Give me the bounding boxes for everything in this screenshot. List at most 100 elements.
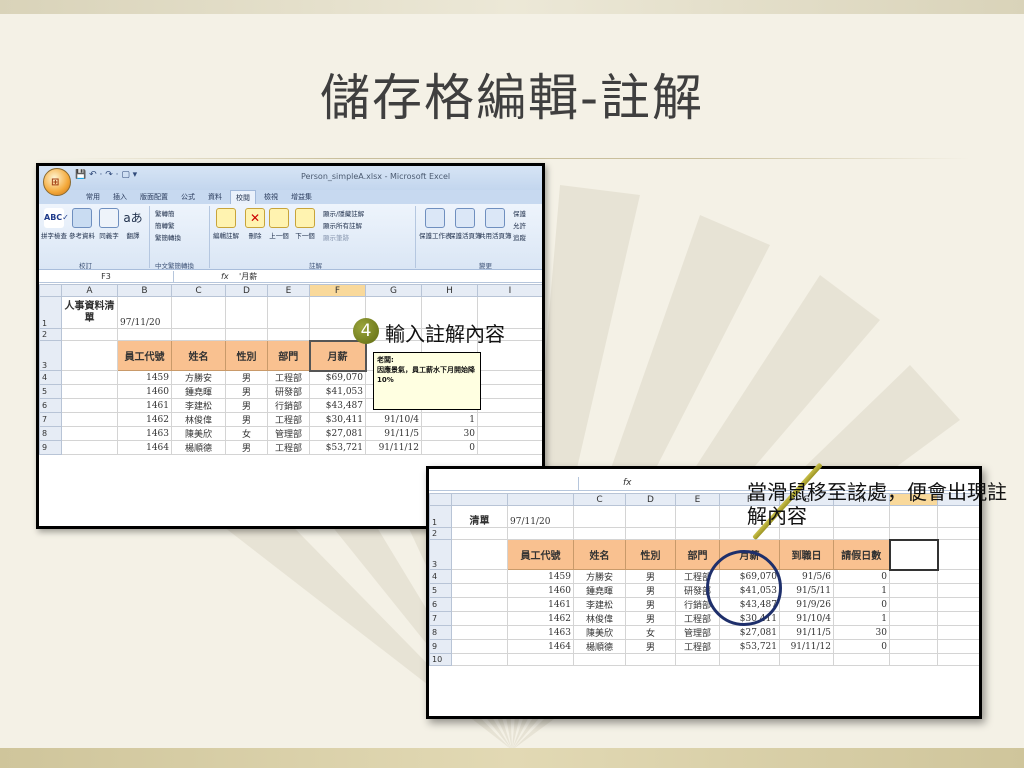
header-cell[interactable]: 性別 bbox=[225, 340, 268, 371]
cell[interactable]: 1460 bbox=[507, 583, 574, 598]
convert-button[interactable]: 繁簡轉換 bbox=[155, 232, 181, 242]
cell[interactable]: 91/10/4 bbox=[779, 611, 834, 626]
select-all-corner[interactable] bbox=[429, 493, 452, 506]
cell[interactable] bbox=[61, 340, 118, 371]
cell[interactable]: 李建松 bbox=[573, 597, 626, 612]
cell[interactable]: $41,053 bbox=[309, 384, 366, 399]
cell[interactable]: 0 bbox=[421, 440, 478, 455]
cell[interactable] bbox=[833, 653, 890, 666]
column-header[interactable] bbox=[507, 493, 574, 506]
cell-date[interactable]: 97/11/20 bbox=[117, 296, 172, 329]
row-header[interactable]: 4 bbox=[429, 569, 452, 584]
cell[interactable]: 1 bbox=[421, 412, 478, 427]
cell[interactable]: 1 bbox=[833, 611, 890, 626]
show-hide-comment-button[interactable]: 顯示/隱藏註解 bbox=[323, 208, 364, 218]
cell[interactable] bbox=[573, 505, 626, 528]
cell[interactable] bbox=[451, 625, 508, 640]
cell[interactable]: 李建松 bbox=[171, 398, 226, 413]
row-header[interactable]: 4 bbox=[39, 370, 62, 385]
cell[interactable] bbox=[889, 569, 938, 584]
cell[interactable] bbox=[889, 653, 938, 666]
previous-comment-button[interactable]: 上一個 bbox=[269, 208, 289, 240]
cell[interactable]: 91/11/12 bbox=[365, 440, 422, 455]
cell[interactable] bbox=[451, 611, 508, 626]
header-cell-selected[interactable]: 月薪 bbox=[308, 339, 367, 372]
tab-page-layout[interactable]: 版面配置 bbox=[135, 190, 173, 204]
header-cell[interactable]: 姓名 bbox=[573, 539, 626, 570]
cell[interactable] bbox=[451, 583, 508, 598]
cell[interactable]: 1459 bbox=[507, 569, 574, 584]
cell[interactable]: 1462 bbox=[507, 611, 574, 626]
cell[interactable]: 30 bbox=[833, 625, 890, 640]
cell[interactable] bbox=[937, 569, 979, 584]
protect-share-button[interactable]: 保護 bbox=[513, 208, 526, 218]
show-all-comments-button[interactable]: 顯示所有註解 bbox=[323, 220, 362, 230]
cell[interactable]: 工程部 bbox=[267, 370, 310, 385]
cell[interactable]: $27,081 bbox=[719, 625, 780, 640]
row-header[interactable]: 9 bbox=[39, 440, 62, 455]
research-button[interactable]: 參考資料 bbox=[69, 208, 95, 240]
column-header[interactable]: C bbox=[171, 284, 226, 297]
cell[interactable]: 研發部 bbox=[267, 384, 310, 399]
cell[interactable] bbox=[889, 583, 938, 598]
cell[interactable] bbox=[477, 412, 542, 427]
cell[interactable]: 楊順德 bbox=[573, 639, 626, 654]
column-header[interactable]: H bbox=[421, 284, 478, 297]
cell[interactable] bbox=[937, 527, 979, 540]
thesaurus-button[interactable]: 同義字 bbox=[99, 208, 119, 240]
cell[interactable]: 行銷部 bbox=[267, 398, 310, 413]
cell[interactable] bbox=[573, 527, 626, 540]
cell[interactable]: 林俊偉 bbox=[573, 611, 626, 626]
cell[interactable]: 1 bbox=[833, 583, 890, 598]
protect-sheet-button[interactable]: 保護工作表 bbox=[419, 208, 452, 240]
cell[interactable]: 91/11/5 bbox=[779, 625, 834, 640]
cell[interactable]: 91/9/26 bbox=[779, 597, 834, 612]
cell[interactable] bbox=[267, 296, 310, 329]
cell[interactable] bbox=[937, 611, 979, 626]
cell[interactable] bbox=[779, 527, 834, 540]
row-header[interactable]: 2 bbox=[39, 328, 62, 341]
cell[interactable]: 管理部 bbox=[267, 426, 310, 441]
header-cell[interactable]: 姓名 bbox=[171, 340, 226, 371]
cell[interactable]: 方勝安 bbox=[171, 370, 226, 385]
cell[interactable]: 女 bbox=[625, 625, 676, 640]
cell[interactable] bbox=[625, 527, 676, 540]
cell[interactable] bbox=[61, 384, 118, 399]
cell[interactable]: 1462 bbox=[117, 412, 172, 427]
cell[interactable] bbox=[937, 653, 979, 666]
row-header[interactable]: 8 bbox=[39, 426, 62, 441]
column-header[interactable]: C bbox=[573, 493, 626, 506]
show-ink-button[interactable]: 顯示筆跡 bbox=[323, 232, 349, 242]
cell[interactable]: 1461 bbox=[117, 398, 172, 413]
cell[interactable] bbox=[267, 328, 310, 341]
cell[interactable]: $53,721 bbox=[309, 440, 366, 455]
tab-view[interactable]: 檢視 bbox=[259, 190, 283, 204]
column-header[interactable]: G bbox=[365, 284, 422, 297]
cell[interactable]: 0 bbox=[833, 597, 890, 612]
column-header[interactable]: E bbox=[267, 284, 310, 297]
cell[interactable]: 鍾堯暉 bbox=[573, 583, 626, 598]
cell[interactable] bbox=[937, 583, 979, 598]
header-cell[interactable]: 員工代號 bbox=[507, 539, 574, 570]
cell[interactable] bbox=[477, 398, 542, 413]
cell[interactable] bbox=[779, 653, 834, 666]
cell[interactable] bbox=[451, 527, 508, 540]
cell[interactable] bbox=[675, 653, 720, 666]
header-cell[interactable]: 性別 bbox=[625, 539, 676, 570]
cell[interactable] bbox=[937, 625, 979, 640]
row-header[interactable]: 7 bbox=[39, 412, 62, 427]
share-workbook-button[interactable]: 共用活頁簿 bbox=[479, 208, 512, 240]
cell[interactable] bbox=[61, 412, 118, 427]
cell[interactable]: 工程部 bbox=[675, 639, 720, 654]
tab-formulas[interactable]: 公式 bbox=[176, 190, 200, 204]
cell[interactable]: 1463 bbox=[117, 426, 172, 441]
header-cell[interactable]: 請假日數 bbox=[833, 539, 890, 570]
cell[interactable]: 林俊偉 bbox=[171, 412, 226, 427]
cell[interactable] bbox=[625, 505, 676, 528]
cell[interactable]: 女 bbox=[225, 426, 268, 441]
cell[interactable] bbox=[225, 296, 268, 329]
simp-to-trad-button[interactable]: 簡轉繁 bbox=[155, 220, 175, 230]
cell[interactable] bbox=[451, 569, 508, 584]
column-header[interactable]: A bbox=[61, 284, 118, 297]
office-button[interactable]: ⊞ bbox=[43, 168, 71, 196]
